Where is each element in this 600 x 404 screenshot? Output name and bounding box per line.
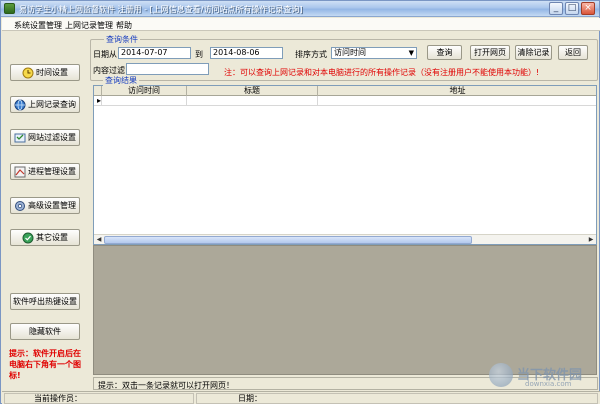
sidebar-time-settings-button[interactable]: 时间设置 bbox=[10, 64, 80, 81]
column-header-visit-time[interactable]: 访问时间 bbox=[102, 86, 187, 96]
clock-icon bbox=[22, 67, 34, 78]
sidebar: 时间设置 上网记录查询 网站过滤设置 进程管理设置 高级设置管理 其它设置 软件… bbox=[2, 32, 88, 393]
status-date-label: 日期： bbox=[238, 394, 262, 403]
content-filter-field[interactable] bbox=[126, 63, 209, 75]
sidebar-hide-button[interactable]: 隐藏软件 bbox=[10, 323, 80, 340]
table-cell[interactable] bbox=[318, 96, 596, 106]
process-icon bbox=[14, 166, 26, 177]
sidebar-hotkey-button[interactable]: 软件呼出热键设置 bbox=[10, 293, 80, 310]
sort-label: 排序方式 bbox=[295, 50, 327, 59]
app-icon bbox=[4, 3, 15, 14]
results-legend: 查询结果 bbox=[103, 75, 139, 86]
column-header-title[interactable]: 标题 bbox=[187, 86, 318, 96]
watermark: 当下软件园 downxia.com bbox=[489, 361, 599, 391]
date-from-field[interactable]: 2014-07-07 bbox=[118, 47, 191, 59]
scroll-thumb[interactable] bbox=[104, 236, 472, 244]
date-to-field[interactable]: 2014-08-06 bbox=[210, 47, 283, 59]
status-date-pane: 日期： bbox=[196, 393, 598, 404]
status-bar: 当前操作员： 日期： bbox=[2, 391, 600, 404]
empty-grid-area bbox=[93, 245, 597, 375]
back-button[interactable]: 返回 bbox=[558, 45, 588, 60]
query-conditions-group: 查询条件 日期从 2014-07-07 到 2014-08-06 排序方式 访问… bbox=[90, 34, 598, 81]
sidebar-site-filter-label: 网站过滤设置 bbox=[28, 133, 76, 142]
clear-records-button[interactable]: 清除记录 bbox=[515, 45, 552, 60]
table-cell[interactable] bbox=[102, 96, 187, 106]
menu-browse-records[interactable]: 上网记录管理 bbox=[65, 20, 113, 31]
table-row[interactable]: ▸ bbox=[94, 96, 596, 106]
gear-icon bbox=[15, 200, 25, 211]
results-area: 查询结果 访问时间 标题 地址 ▸ ◀ ▶ bbox=[90, 75, 598, 377]
sidebar-advanced-button[interactable]: 高级设置管理 bbox=[10, 197, 80, 214]
status-operator-label: 当前操作员： bbox=[34, 394, 82, 403]
app-window: 易访学生小精上网监督软件 注册用 - [上网信息查看/访问站点所有操作记录查询]… bbox=[0, 0, 600, 404]
results-table[interactable]: 访问时间 标题 地址 ▸ ◀ ▶ bbox=[93, 85, 597, 245]
date-to-label: 到 bbox=[195, 50, 203, 59]
status-operator-pane: 当前操作员： bbox=[4, 393, 194, 404]
horizontal-scrollbar[interactable]: ◀ ▶ bbox=[94, 234, 596, 244]
query-note: 注：可以查询上网记录和对本电脑进行的所有操作记录（没有注册用户不能使用本功能）! bbox=[224, 68, 540, 77]
chevron-down-icon: ▼ bbox=[408, 49, 414, 57]
close-button[interactable]: × bbox=[581, 2, 595, 15]
scroll-left-icon[interactable]: ◀ bbox=[94, 235, 104, 244]
menu-bar: 系统设置管理 上网记录管理 帮助 bbox=[2, 18, 600, 31]
results-table-header: 访问时间 标题 地址 bbox=[94, 86, 596, 96]
sidebar-other-button[interactable]: 其它设置 bbox=[10, 229, 80, 246]
query-conditions-legend: 查询条件 bbox=[104, 34, 140, 45]
sidebar-process-label: 进程管理设置 bbox=[28, 167, 76, 176]
column-header-address[interactable]: 地址 bbox=[318, 86, 596, 96]
sidebar-browse-query-button[interactable]: 上网记录查询 bbox=[10, 96, 80, 113]
sidebar-browse-query-label: 上网记录查询 bbox=[28, 100, 76, 109]
table-cell[interactable] bbox=[187, 96, 318, 106]
row-indicator-cell bbox=[94, 96, 102, 106]
open-page-button[interactable]: 打开网页 bbox=[470, 45, 510, 60]
maximize-button[interactable]: □ bbox=[565, 2, 579, 15]
sidebar-time-settings-label: 时间设置 bbox=[36, 68, 68, 77]
menu-system-settings[interactable]: 系统设置管理 bbox=[14, 20, 62, 31]
sidebar-hotkey-label: 软件呼出热键设置 bbox=[13, 297, 77, 306]
sidebar-site-filter-button[interactable]: 网站过滤设置 bbox=[10, 129, 80, 146]
date-from-label: 日期从 bbox=[93, 50, 117, 59]
sidebar-hide-label: 隐藏软件 bbox=[29, 327, 61, 336]
row-header-corner bbox=[94, 86, 102, 96]
minimize-button[interactable]: _ bbox=[549, 2, 563, 15]
filter-icon bbox=[14, 133, 26, 142]
sidebar-advanced-label: 高级设置管理 bbox=[28, 201, 76, 210]
sidebar-process-button[interactable]: 进程管理设置 bbox=[10, 163, 80, 180]
watermark-subtext: downxia.com bbox=[525, 380, 572, 388]
search-button[interactable]: 查询 bbox=[427, 45, 462, 60]
sidebar-other-label: 其它设置 bbox=[36, 233, 68, 242]
menu-help[interactable]: 帮助 bbox=[116, 20, 132, 31]
sidebar-hint: 提示：软件开启后在电脑右下角有一个图标! bbox=[9, 349, 81, 380]
tip-text: 提示：双击一条记录就可以打开网页！ bbox=[98, 381, 234, 390]
globe-icon bbox=[14, 99, 26, 110]
title-bar[interactable]: 易访学生小精上网监督软件 注册用 - [上网信息查看/访问站点所有操作记录查询]… bbox=[1, 1, 599, 17]
sort-select-value: 访问时间 bbox=[334, 48, 366, 57]
window-title: 易访学生小精上网监督软件 注册用 - [上网信息查看/访问站点所有操作记录查询] bbox=[19, 5, 303, 14]
other-icon bbox=[22, 232, 34, 243]
sort-select[interactable]: 访问时间 ▼ bbox=[331, 47, 417, 59]
scroll-right-icon[interactable]: ▶ bbox=[586, 235, 596, 244]
watermark-logo-icon bbox=[489, 363, 513, 387]
